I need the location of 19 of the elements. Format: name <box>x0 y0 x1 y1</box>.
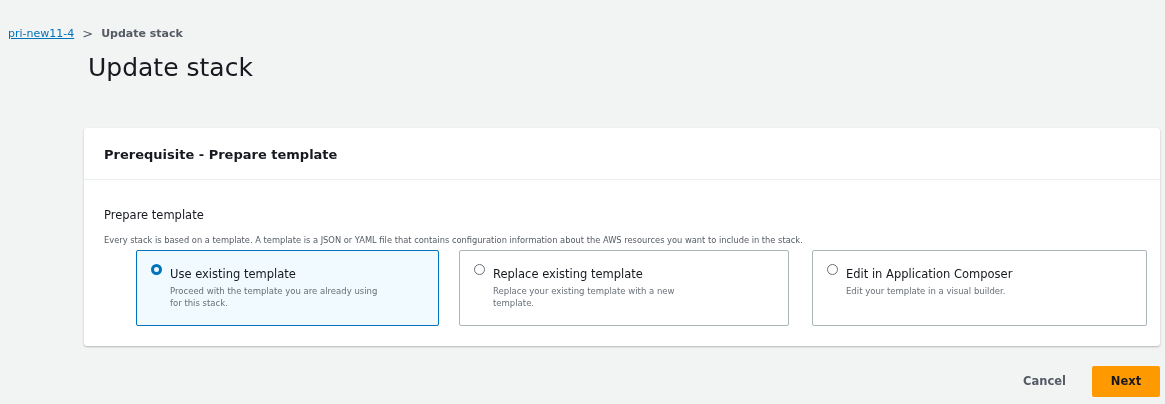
breadcrumb-separator: > <box>82 25 94 44</box>
option-card[interactable]: Edit in Application Composer Edit your template in a visual builder. <box>812 250 1147 326</box>
panel-title: Prerequisite - Prepare template <box>104 147 338 162</box>
option-label: Edit in Application Composer <box>846 267 1013 281</box>
cancel-button[interactable]: Cancel <box>1013 366 1076 397</box>
radio-button[interactable] <box>151 264 162 275</box>
breadcrumb-current: Update stack <box>101 25 183 42</box>
option-label: Use existing template <box>170 267 296 281</box>
option-description: Edit your template in a visual builder. <box>846 285 1007 298</box>
next-button[interactable]: Next <box>1092 366 1160 397</box>
option-label: Replace existing template <box>493 267 643 281</box>
field-label: Prepare template <box>104 208 204 222</box>
option-description: Replace your existing template with a new template. <box>493 285 676 310</box>
option-card[interactable]: Use existing template Proceed with the template you are already using for this stack. <box>136 250 439 326</box>
option-description: Proceed with the template you are already using for this stack. <box>170 285 379 310</box>
page-title: Update stack <box>88 52 254 84</box>
field-description: Every stack is based on a template. A template is a JSON or YAML file that contains configuration information about the AWS resources you want to include in the stack. <box>104 235 803 245</box>
breadcrumb-link[interactable]: pri-new11-4 <box>8 25 75 43</box>
option-card[interactable]: Replace existing template Replace your existing template with a new template. <box>459 250 789 326</box>
